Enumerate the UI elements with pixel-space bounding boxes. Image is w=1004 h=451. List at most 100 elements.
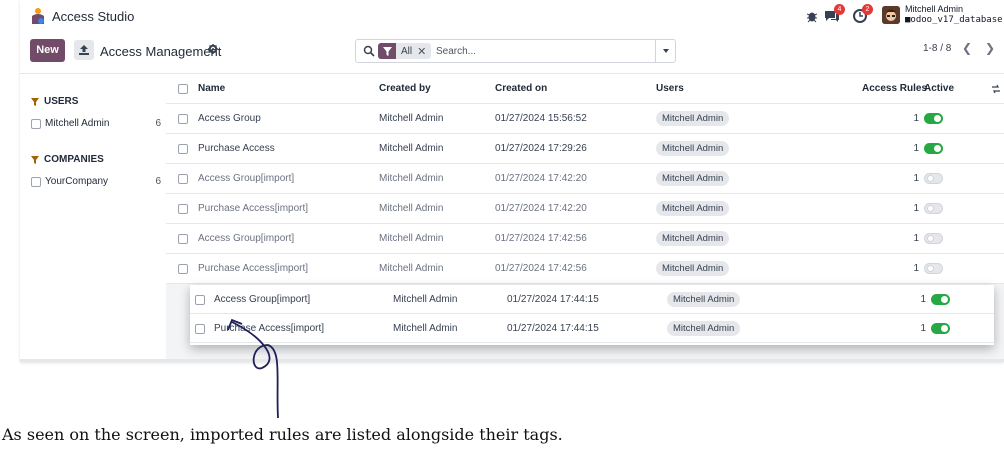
user-tag[interactable]: Mitchell Admin <box>656 171 730 186</box>
cell-name[interactable]: Purchase Access[import] <box>198 263 308 274</box>
remove-facet-button[interactable]: ✕ <box>417 45 431 58</box>
table-row[interactable]: Access Group[import] Mitchell Admin 01/27/… <box>190 285 994 314</box>
search-facet: All ✕ <box>378 43 432 59</box>
sidebar-heading-label: USERS <box>44 96 79 107</box>
checkbox[interactable] <box>31 176 41 187</box>
table-row[interactable]: Purchase Access[import] Mitchell Admin 01/… <box>166 254 1004 284</box>
active-toggle[interactable] <box>924 113 943 124</box>
row-checkbox[interactable] <box>178 144 188 154</box>
row-checkbox[interactable] <box>195 324 205 334</box>
cell-created-by: Mitchell Admin <box>379 173 444 184</box>
pager-previous-button[interactable]: ❮ <box>957 39 977 59</box>
search-input[interactable] <box>436 44 636 59</box>
top-navbar: Access Studio 4 2 Mitchell Admin ■odoo_v… <box>20 0 1004 32</box>
row-checkbox[interactable] <box>178 234 188 244</box>
active-toggle[interactable] <box>924 263 943 274</box>
checkbox[interactable] <box>31 118 41 129</box>
database-name: ■odoo_v17_database <box>905 15 1003 25</box>
active-toggle[interactable] <box>924 233 943 244</box>
database-label: odoo_v17_database <box>910 15 1003 25</box>
cell-created-on: 01/27/2024 15:56:52 <box>495 113 587 124</box>
filter-icon <box>31 155 39 164</box>
table-row[interactable]: Access Group[import] Mitchell Admin 01/27/… <box>166 224 1004 254</box>
toggle-knob <box>927 235 934 242</box>
column-header-access-rules[interactable]: Access Rules <box>862 83 927 94</box>
column-header-name[interactable]: Name <box>198 83 225 94</box>
gear-icon[interactable] <box>208 44 218 54</box>
cell-name[interactable]: Purchase Access[import] <box>214 323 324 334</box>
avatar[interactable] <box>882 6 900 24</box>
toggle-knob <box>934 115 941 122</box>
cell-created-by: Mitchell Admin <box>379 263 444 274</box>
user-tag[interactable]: Mitchell Admin <box>656 201 730 216</box>
sidebar-item-mitchell-admin[interactable]: Mitchell Admin 6 <box>31 118 161 129</box>
chat-badge: 4 <box>834 4 845 15</box>
column-header-users[interactable]: Users <box>656 83 684 94</box>
activity-button[interactable]: 2 <box>852 4 873 24</box>
toggle-knob <box>927 265 934 272</box>
cell-name[interactable]: Access Group[import] <box>198 233 294 244</box>
sidebar-item-count: 6 <box>155 176 161 187</box>
new-button[interactable]: New <box>30 39 65 62</box>
row-checkbox[interactable] <box>195 295 205 305</box>
active-toggle[interactable] <box>924 173 943 184</box>
cell-name[interactable]: Purchase Access[import] <box>198 203 308 214</box>
table-header: Name Created by Created on Users Access … <box>166 74 1004 104</box>
user-tag[interactable]: Mitchell Admin <box>656 231 730 246</box>
search-bar[interactable]: All ✕ <box>355 39 676 63</box>
cell-access-rules: 1 <box>920 323 926 334</box>
app-logo-icon[interactable] <box>30 7 46 25</box>
sidebar-item-yourcompany[interactable]: YourCompany 6 <box>31 176 161 187</box>
table-row[interactable]: Purchase Access[import] Mitchell Admin 01/… <box>190 314 994 343</box>
user-tag[interactable]: Mitchell Admin <box>656 141 730 156</box>
chat-button[interactable]: 4 <box>824 4 845 24</box>
user-tag[interactable]: Mitchell Admin <box>667 292 741 307</box>
sidebar-heading-companies: COMPANIES <box>31 154 104 165</box>
active-toggle[interactable] <box>931 323 950 334</box>
import-button[interactable] <box>74 40 94 60</box>
column-header-created-by[interactable]: Created by <box>379 83 431 94</box>
cell-access-rules: 1 <box>913 173 919 184</box>
column-header-created-on[interactable]: Created on <box>495 83 547 94</box>
search-icon <box>363 45 375 57</box>
app-window: Access Studio 4 2 Mitchell Admin ■odoo_v… <box>20 0 1004 362</box>
column-options-icon[interactable] <box>992 84 1000 94</box>
select-all-checkbox[interactable] <box>178 84 188 94</box>
row-checkbox[interactable] <box>178 174 188 184</box>
row-checkbox[interactable] <box>178 264 188 274</box>
sidebar-item-count: 6 <box>155 118 161 129</box>
bug-icon[interactable] <box>804 8 820 24</box>
search-options-toggle[interactable] <box>655 40 675 62</box>
toggle-knob <box>941 325 948 332</box>
table-row[interactable]: Access Group[import] Mitchell Admin 01/27/… <box>166 164 1004 194</box>
cell-name[interactable]: Purchase Access <box>198 143 275 154</box>
user-tag[interactable]: Mitchell Admin <box>656 261 730 276</box>
row-checkbox[interactable] <box>178 204 188 214</box>
cell-name[interactable]: Access Group[import] <box>214 294 310 305</box>
cell-created-on: 01/27/2024 17:29:26 <box>495 143 587 154</box>
cell-created-by: Mitchell Admin <box>393 294 458 305</box>
cell-access-rules: 1 <box>913 113 919 124</box>
cell-created-by: Mitchell Admin <box>379 233 444 244</box>
user-tag[interactable]: Mitchell Admin <box>667 321 741 336</box>
pager-next-button[interactable]: ❯ <box>980 39 1000 59</box>
table-row[interactable]: Purchase Access[import] Mitchell Admin 01/… <box>166 194 1004 224</box>
user-name[interactable]: Mitchell Admin <box>905 4 963 14</box>
app-title[interactable]: Access Studio <box>52 9 134 24</box>
active-toggle[interactable] <box>924 203 943 214</box>
filter-sidebar: USERS Mitchell Admin 6 COMPANIES YourCom… <box>20 74 166 359</box>
active-toggle[interactable] <box>924 143 943 154</box>
pager-value[interactable]: 1-8 / 8 <box>923 43 951 54</box>
facet-label: All <box>401 45 413 57</box>
cell-name[interactable]: Access Group <box>198 113 261 124</box>
cell-created-on: 01/27/2024 17:44:15 <box>507 323 599 334</box>
column-header-active[interactable]: Active <box>924 83 954 94</box>
table-row[interactable]: Access Group Mitchell Admin 01/27/2024 15:… <box>166 104 1004 134</box>
row-checkbox[interactable] <box>178 114 188 124</box>
active-toggle[interactable] <box>931 294 950 305</box>
user-tag[interactable]: Mitchell Admin <box>656 111 730 126</box>
table-row[interactable]: Purchase Access Mitchell Admin 01/27/2024 … <box>166 134 1004 164</box>
highlighted-rows-card: Access Group[import] Mitchell Admin 01/27/… <box>190 285 994 345</box>
cell-access-rules: 1 <box>913 233 919 244</box>
cell-name[interactable]: Access Group[import] <box>198 173 294 184</box>
